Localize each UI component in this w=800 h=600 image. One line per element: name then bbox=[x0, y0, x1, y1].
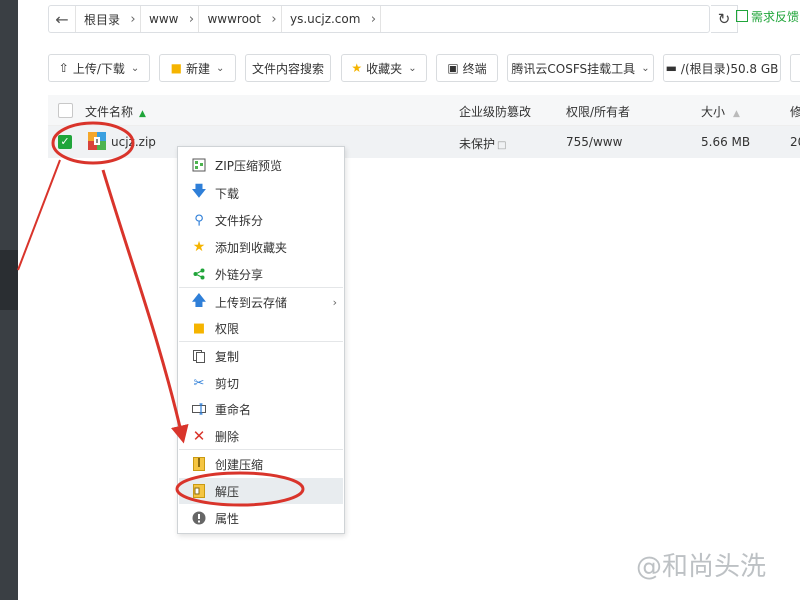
cut-icon: ✂ bbox=[193, 375, 205, 391]
menu-item-add-favorite[interactable]: ★ 添加到收藏夹 bbox=[179, 234, 343, 260]
protect-status[interactable]: 未保护 □ bbox=[459, 135, 506, 152]
chevron-down-icon: ⌄ bbox=[408, 62, 417, 74]
breadcrumb-item-www[interactable]: www bbox=[141, 12, 184, 26]
terminal-icon: ▣ bbox=[447, 61, 459, 75]
menu-item-rename[interactable]: 重命名 bbox=[179, 396, 343, 422]
upload-cloud-icon: 🡅 bbox=[191, 290, 207, 309]
chevron-down-icon: ⌄ bbox=[215, 62, 225, 74]
left-sidebar-strip bbox=[0, 0, 18, 600]
download-icon: 🡇 bbox=[191, 181, 207, 200]
more-toolbar-button[interactable] bbox=[790, 54, 800, 82]
chevron-down-icon: ⌄ bbox=[130, 62, 140, 74]
menu-divider bbox=[179, 341, 343, 342]
column-header-modified: 修 bbox=[790, 105, 800, 119]
watermark: @和尚头洗 bbox=[636, 552, 767, 582]
table-row[interactable]: ✓ ucjz.zip 未保护□ 755/www 5.66 MB 20 bbox=[48, 126, 800, 158]
chevron-right-icon: › bbox=[184, 6, 200, 32]
context-menu: ZIP压缩预览 🡇 下载 ⚲ 文件拆分 ★ 添加到收藏夹 外链分享 🡅 上传到云… bbox=[177, 146, 345, 534]
chevron-right-icon: › bbox=[366, 6, 382, 32]
upload-download-button[interactable]: ⇧ 上传/下载 ⌄ bbox=[48, 54, 150, 82]
permission-icon: ■ bbox=[192, 320, 206, 336]
breadcrumb: 根目录 › www › wwwroot › ys.ucjz.com › bbox=[76, 6, 382, 32]
folder-icon: ■ bbox=[170, 61, 182, 75]
column-header-name[interactable]: 文件名称 ▲ bbox=[85, 103, 146, 120]
favorites-button[interactable]: ★ 收藏夹 ⌄ bbox=[341, 54, 427, 82]
split-icon: ⚲ bbox=[194, 212, 204, 228]
extract-icon bbox=[191, 483, 207, 499]
compress-icon bbox=[191, 456, 207, 472]
content-search-button[interactable]: 文件内容搜索 bbox=[245, 54, 331, 82]
file-name[interactable]: ucjz.zip bbox=[111, 135, 156, 149]
delete-icon: ✕ bbox=[192, 427, 206, 445]
address-bar[interactable]: ← 根目录 › www › wwwroot › ys.ucjz.com › bbox=[48, 5, 710, 33]
new-button[interactable]: ■ 新建 ⌄ bbox=[159, 54, 236, 82]
chevron-right-icon: › bbox=[267, 6, 282, 32]
breadcrumb-item-root[interactable]: 根目录 bbox=[76, 11, 126, 28]
row-checkbox-checked[interactable]: ✓ bbox=[58, 135, 72, 149]
terminal-button[interactable]: ▣ 终端 bbox=[436, 54, 498, 82]
menu-item-delete[interactable]: ✕ 删除 bbox=[179, 423, 343, 449]
menu-item-split[interactable]: ⚲ 文件拆分 bbox=[179, 207, 343, 233]
sort-icon: ▲ bbox=[139, 109, 146, 119]
file-manager: ← 根目录 › www › wwwroot › ys.ucjz.com › ↻ … bbox=[18, 0, 800, 600]
menu-item-extract[interactable]: 解压 bbox=[179, 478, 343, 504]
upload-icon: ⇧ bbox=[58, 61, 69, 75]
column-header-perm: 权限/所有者 bbox=[566, 105, 631, 119]
cosfs-mount-button[interactable]: 腾讯云COSFS挂载工具 ⌄ bbox=[507, 54, 654, 82]
disk-button[interactable]: ▬/(根目录)50.8 GB bbox=[663, 54, 781, 82]
file-permission[interactable]: 755/www bbox=[566, 135, 622, 149]
select-all-checkbox[interactable] bbox=[58, 103, 73, 118]
rename-icon bbox=[191, 401, 207, 417]
chevron-right-icon: › bbox=[332, 295, 337, 309]
menu-item-upload-cloud[interactable]: 🡅 上传到云存储 › bbox=[179, 289, 343, 315]
menu-divider bbox=[179, 449, 343, 450]
menu-item-compress[interactable]: 创建压缩 bbox=[179, 451, 343, 477]
refresh-icon: ↻ bbox=[717, 10, 731, 28]
star-icon: ★ bbox=[351, 61, 363, 75]
star-icon: ★ bbox=[192, 239, 206, 255]
back-arrow-icon[interactable]: ← bbox=[49, 6, 76, 32]
file-table-header: 文件名称 ▲ 企业级防篡改 权限/所有者 大小 ▲ 修 bbox=[48, 95, 800, 126]
sort-icon: ▲ bbox=[733, 109, 740, 119]
zip-preview-icon bbox=[191, 157, 207, 173]
menu-divider bbox=[179, 287, 343, 288]
breadcrumb-item-site[interactable]: ys.ucjz.com bbox=[282, 12, 366, 26]
menu-item-share[interactable]: 外链分享 bbox=[179, 261, 343, 287]
feedback-link[interactable]: 需求反馈 bbox=[736, 8, 799, 25]
breadcrumb-item-wwwroot[interactable]: wwwroot bbox=[199, 12, 267, 26]
menu-item-cut[interactable]: ✂ 剪切 bbox=[179, 370, 343, 396]
chevron-right-icon: › bbox=[126, 6, 142, 32]
disk-icon: ▬ bbox=[665, 61, 677, 75]
column-header-protect: 企业级防篡改 bbox=[459, 105, 532, 119]
menu-item-permission[interactable]: ■ 权限 bbox=[179, 315, 343, 341]
menu-item-download[interactable]: 🡇 下载 bbox=[179, 180, 343, 206]
chevron-down-icon: ⌄ bbox=[641, 62, 650, 74]
share-icon bbox=[191, 266, 207, 282]
menu-item-properties[interactable]: 属性 bbox=[179, 505, 343, 531]
zip-file-icon bbox=[88, 132, 106, 150]
refresh-button[interactable]: ↻ bbox=[711, 5, 738, 33]
column-header-size[interactable]: 大小 ▲ bbox=[701, 103, 740, 120]
file-modified: 20 bbox=[790, 135, 800, 149]
file-size: 5.66 MB bbox=[701, 135, 751, 149]
copy-icon bbox=[191, 348, 207, 364]
menu-item-zip-preview[interactable]: ZIP压缩预览 bbox=[179, 152, 343, 178]
lock-icon: □ bbox=[497, 140, 507, 151]
menu-item-copy[interactable]: 复制 bbox=[179, 343, 343, 369]
info-icon bbox=[191, 510, 207, 526]
feedback-icon bbox=[736, 10, 748, 22]
